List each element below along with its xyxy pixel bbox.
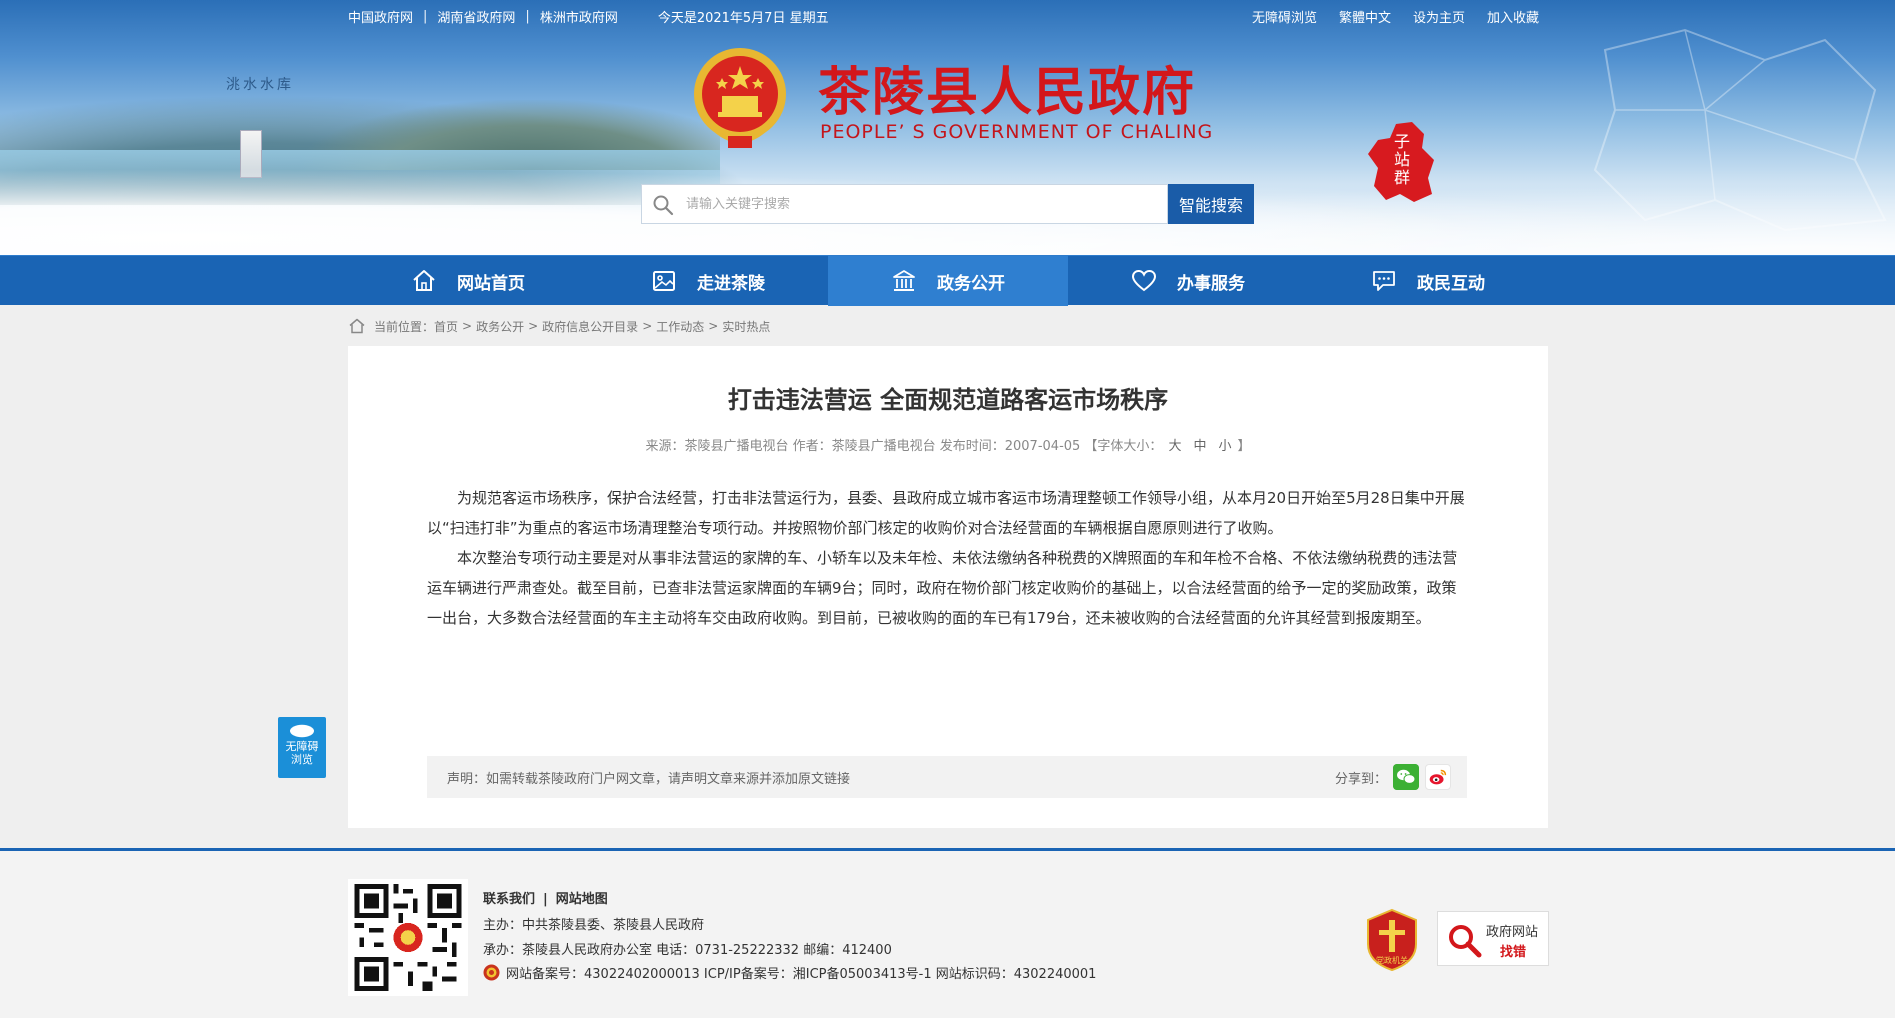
national-emblem-icon	[694, 48, 786, 148]
breadcrumb-government-affairs[interactable]: 政务公开	[476, 318, 524, 335]
search-input[interactable]	[686, 191, 1156, 217]
share-label: 分享到：	[1335, 772, 1388, 787]
search-icon	[653, 195, 674, 216]
qr-code	[348, 879, 468, 996]
eye-icon	[290, 724, 314, 738]
accessibility-link[interactable]: 无障碍浏览	[1252, 7, 1317, 26]
chat-icon	[1373, 271, 1395, 291]
site-map-link[interactable]: 网站地图	[556, 892, 608, 907]
substation-label[interactable]: 子站群	[1393, 133, 1411, 187]
top-link-hunan-gov[interactable]: 湖南省政府网	[437, 7, 515, 26]
police-badge-icon[interactable]	[483, 964, 500, 981]
set-homepage-link[interactable]: 设为主页	[1413, 7, 1465, 26]
nav-item-label: 政民互动	[1417, 273, 1485, 294]
breadcrumb-info-catalog[interactable]: 政府信息公开目录	[542, 318, 638, 335]
magnifier-icon	[1449, 925, 1482, 958]
top-link-china-gov[interactable]: 中国政府网	[348, 7, 413, 26]
breadcrumb-work-news[interactable]: 工作动态	[656, 318, 704, 335]
current-date: 今天是2021年5月7日 星期五	[657, 10, 829, 26]
picture-icon	[653, 271, 675, 291]
article-meta: 来源：茶陵县广播电视台 作者：茶陵县广播电视台 发布时间：2007-04-05 …	[348, 435, 1548, 454]
wechat-share-icon[interactable]	[1393, 764, 1419, 790]
breadcrumb-home[interactable]: 首页	[434, 318, 458, 335]
top-link-bar: 中国政府网 | 湖南省政府网 | 株洲市政府网 今天是2021年5月7日 星期五	[348, 7, 829, 26]
gov-site-error-finder[interactable]: 政府网站 找错	[1437, 911, 1549, 966]
heart-icon	[1131, 269, 1157, 292]
nav-item-label: 办事服务	[1177, 273, 1245, 294]
article-card: 打击违法营运 全面规范道路客运市场秩序 来源：茶陵县广播电视台 作者：茶陵县广播…	[348, 346, 1548, 828]
qr-code-icon	[354, 884, 462, 991]
footer-links: 联系我们 | 网站地图	[483, 892, 608, 907]
nav-item-interaction[interactable]: 政民互动	[1308, 256, 1548, 306]
reservoir-label: 洮水水库	[226, 77, 294, 93]
top-utility-bar: 无障碍浏览 繁體中文 设为主页 加入收藏	[1230, 6, 1539, 26]
search-box	[641, 184, 1168, 224]
footer-sponsor: 主办：中共茶陵县委、茶陵县人民政府	[483, 918, 705, 933]
nav-item-label: 走进茶陵	[697, 273, 765, 294]
home-icon	[349, 318, 365, 334]
nav-item-government-affairs[interactable]: 政务公开	[828, 256, 1068, 306]
footer-record-text: 网站备案号：43022402000013 ICP/IP备案号：湘ICP备0500…	[506, 967, 1097, 982]
font-size-medium[interactable]: 中	[1193, 439, 1206, 454]
smart-search-button[interactable]: 智能搜索	[1168, 184, 1254, 224]
main-nav: 网站首页 走进茶陵 政务公开 办事服务 政民互动	[0, 255, 1895, 306]
party-badge-text: 党政机关	[1376, 955, 1408, 965]
site-subtitle: PEOPLE’ S GOVERNMENT OF CHALING	[820, 121, 1214, 143]
home-icon	[413, 270, 435, 291]
add-favorite-link[interactable]: 加入收藏	[1487, 7, 1539, 26]
article-body: 为规范客运市场秩序，保护合法经营，打击非法营运行为，县委、县政府成立城市客运市场…	[427, 483, 1467, 633]
article-paragraph: 本次整治专项行动主要是对从事非法营运的家牌的车、小轿车以及未年检、未依法缴纳各种…	[427, 549, 1458, 627]
error-finder-line2: 找错	[1500, 945, 1527, 960]
font-size-small[interactable]: 小	[1218, 439, 1231, 454]
nav-item-label: 网站首页	[457, 273, 525, 294]
footer: 联系我们 | 网站地图 主办：中共茶陵县委、茶陵县人民政府 承办：茶陵县人民政府办公…	[0, 851, 1895, 1018]
nav-item-services[interactable]: 办事服务	[1068, 256, 1308, 306]
article-title: 打击违法营运 全面规范道路客运市场秩序	[727, 386, 1169, 414]
county-map-background-icon	[1593, 28, 1887, 232]
traditional-chinese-link[interactable]: 繁體中文	[1339, 7, 1391, 26]
share-bar: 声明：如需转载茶陵政府门户网文章，请声明文章来源并添加原文链接 分享到：	[427, 756, 1467, 798]
article-meta-end: 】	[1237, 439, 1251, 454]
error-finder-line1: 政府网站	[1486, 925, 1539, 940]
accessibility-widget-label-1: 无障碍	[285, 740, 319, 753]
contact-us-link[interactable]: 联系我们	[483, 892, 535, 907]
nav-item-label: 政务公开	[937, 273, 1005, 294]
header-banner: 洮水水库 中国政府网 | 湖南省政府网 | 株洲市政府网 今天是2021年5月7…	[0, 0, 1895, 255]
article-paragraph: 为规范客运市场秩序，保护合法经营，打击非法营运行为，县委、县政府成立城市客运市场…	[427, 489, 1465, 537]
accessibility-widget[interactable]: 无障碍 浏览	[278, 717, 326, 778]
footer-record: 网站备案号：43022402000013 ICP/IP备案号：湘ICP备0500…	[483, 963, 1096, 982]
breadcrumb: 当前位置： 首页 > 政务公开 > 政府信息公开目录 > 工作动态 > 实时热点	[348, 316, 770, 336]
government-building-icon	[893, 270, 915, 291]
article-meta-info: 来源：茶陵县广播电视台 作者：茶陵县广播电视台 发布时间：2007-04-05 …	[645, 439, 1163, 454]
top-link-zhuzhou-gov[interactable]: 株洲市政府网	[540, 7, 618, 26]
footer-organizer: 承办：茶陵县人民政府办公室 电话：0731-25222332 邮编：412400	[483, 943, 892, 958]
breadcrumb-prefix: 当前位置：	[374, 319, 435, 334]
breadcrumb-hot-topics[interactable]: 实时热点	[722, 318, 770, 335]
font-size-large[interactable]: 大	[1168, 439, 1181, 454]
weibo-share-icon[interactable]	[1425, 764, 1451, 790]
accessibility-widget-label-2: 浏览	[291, 753, 313, 766]
copyright-notice: 声明：如需转载茶陵政府门户网文章，请声明文章来源并添加原文链接	[447, 772, 851, 787]
site-title: 茶陵县人民政府	[818, 62, 1197, 123]
nav-item-home[interactable]: 网站首页	[348, 256, 588, 306]
nav-item-about-chaling[interactable]: 走进茶陵	[588, 256, 828, 306]
party-government-badge-icon[interactable]: 党政机关	[1364, 908, 1420, 972]
